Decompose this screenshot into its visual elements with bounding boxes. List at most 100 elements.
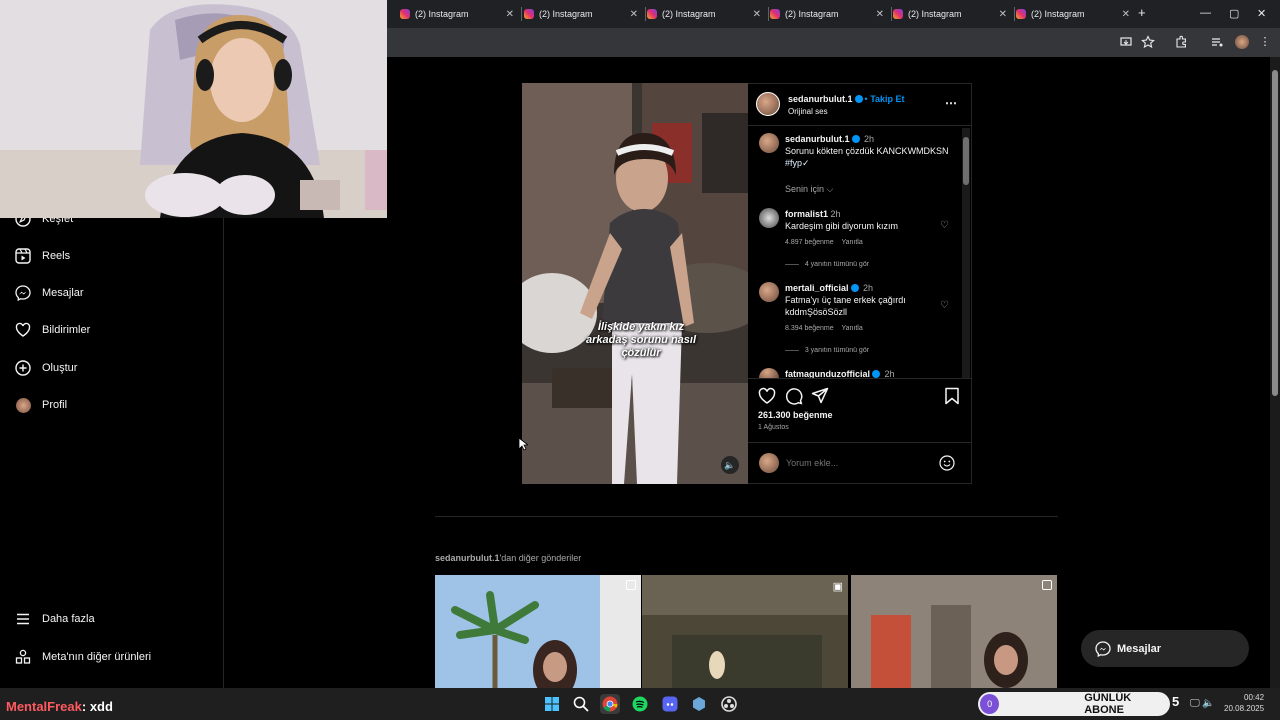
like-comment-heart-icon[interactable]: ♡ (940, 220, 949, 231)
instagram-icon (1016, 9, 1026, 19)
actions-divider (748, 378, 971, 379)
caption-author-line: sedanurbulut.1 2h (785, 134, 875, 144)
install-app-icon[interactable] (1119, 35, 1133, 49)
browser-tab[interactable]: (2) Instagram ✕ (524, 4, 646, 24)
follow-button[interactable]: Takip Et (870, 94, 904, 104)
video-caption-overlay: İlişkide yakın kız arkadaş sorunu nasıl … (585, 321, 697, 359)
profile-avatar[interactable] (1235, 35, 1249, 49)
mouse-cursor-icon (518, 437, 528, 451)
taskbar-clock[interactable]: 00:42 20.08.2025 (1224, 692, 1264, 714)
sort-comments[interactable]: Senin için ⌵ (785, 184, 833, 195)
spotify-taskbar-icon[interactable] (630, 694, 650, 714)
chrome-taskbar-icon[interactable] (600, 694, 620, 714)
author-username[interactable]: sedanurbulut.1 (788, 94, 853, 104)
post-date: 1 Ağustos (758, 424, 789, 431)
view-replies[interactable]: —— 4 yanıtın tümünü gör (785, 261, 869, 268)
media-control-icon[interactable] (1210, 35, 1224, 49)
messages-floating-button[interactable]: Mesajlar (1081, 630, 1249, 667)
heart-icon (14, 321, 32, 339)
streamer-webcam-image (0, 0, 387, 218)
webcam-overlay (0, 0, 387, 218)
browser-tab[interactable]: (2) Instagram ✕ (647, 4, 769, 24)
close-tab-icon[interactable]: ✕ (876, 9, 884, 20)
close-window-button[interactable]: ✕ (1257, 7, 1266, 20)
app-taskbar-icon[interactable] (689, 694, 709, 714)
close-tab-icon[interactable]: ✕ (630, 9, 638, 20)
subscriber-count: 0 (980, 694, 1000, 714)
menu-icon (14, 610, 32, 628)
close-tab-icon[interactable]: ✕ (999, 9, 1007, 20)
like-comment-heart-icon[interactable]: ♡ (940, 300, 949, 311)
comment-avatar[interactable] (759, 282, 779, 302)
close-tab-icon[interactable]: ✕ (1122, 9, 1130, 20)
new-tab-button[interactable]: + (1138, 5, 1146, 20)
avatar-icon (14, 396, 32, 414)
discord-taskbar-icon[interactable] (660, 694, 680, 714)
comment-text: kddmŞösöSözll (785, 307, 848, 317)
audio-label[interactable]: Orijinal ses (788, 107, 828, 116)
search-icon[interactable] (571, 694, 591, 714)
comment-input[interactable] (786, 455, 931, 471)
caption-avatar[interactable] (759, 133, 779, 153)
comment-author-line: fatmagunduzofficial 2h (785, 369, 895, 378)
system-tray-icons[interactable]: 🖵 🔈 (1190, 698, 1215, 709)
comment-avatar[interactable] (759, 208, 779, 228)
browser-menu-icon[interactable]: ⋮ (1258, 35, 1272, 49)
instagram-icon (647, 9, 657, 19)
like-heart-icon[interactable] (758, 387, 776, 405)
reels-icon: ▣ (832, 581, 843, 593)
more-posts-heading: sedanurbulut.1'dan diğer gönderiler (435, 553, 582, 563)
obs-taskbar-icon[interactable] (719, 694, 739, 714)
plus-square-icon (14, 359, 32, 377)
emoji-icon[interactable] (939, 455, 955, 471)
maximize-button[interactable]: ▢ (1229, 7, 1239, 20)
sidebar-item-more[interactable]: Daha fazla (14, 607, 95, 631)
stream-chat-message: MentalFreak: xdd (6, 699, 113, 714)
section-divider (435, 516, 1058, 517)
chevron-down-icon: ⌵ (826, 184, 834, 194)
subscriber-goal-label: GÜNLÜK ABONE (1084, 692, 1132, 716)
close-tab-icon[interactable]: ✕ (506, 9, 514, 20)
comment-meta: 8.394 beğenme Yanıtla (785, 325, 863, 332)
comments-scroll-thumb[interactable] (963, 137, 969, 185)
bookmark-star-icon[interactable] (1141, 35, 1155, 49)
browser-tab[interactable]: (2) Instagram ✕ (770, 4, 892, 24)
comment-icon[interactable] (785, 387, 803, 405)
browser-tab[interactable]: (2) Instagram ✕ (893, 4, 1015, 24)
sidebar-item-profile[interactable]: Profil (14, 393, 67, 417)
comment-author-line: mertali_official 2h (785, 283, 874, 293)
more-options-icon[interactable]: ⋯ (945, 96, 957, 110)
mute-button[interactable]: 🔈 (721, 456, 739, 474)
reply-button[interactable]: Yanıtla (841, 325, 862, 332)
sidebar-item-reels[interactable]: Reels (14, 244, 70, 268)
windows-start-icon[interactable] (542, 694, 562, 714)
extensions-icon[interactable] (1174, 35, 1188, 49)
page-scroll-thumb[interactable] (1272, 70, 1278, 396)
close-tab-icon[interactable]: ✕ (753, 9, 761, 20)
author-avatar[interactable] (756, 92, 780, 116)
daily-subscriber-goal-bar: 0 GÜNLÜK ABONE (978, 692, 1170, 716)
current-user-avatar (759, 453, 779, 473)
reply-button[interactable]: Yanıtla (841, 239, 862, 246)
reel-video[interactable] (522, 83, 748, 484)
browser-tab[interactable]: (2) Instagram ✕ (400, 4, 522, 24)
instagram-icon (400, 9, 410, 19)
more-post-thumbnail[interactable] (435, 575, 641, 688)
minimize-button[interactable]: — (1200, 7, 1211, 19)
sidebar-item-create[interactable]: Oluştur (14, 356, 77, 380)
caption-hashtag[interactable]: #fyp✓ (785, 158, 810, 169)
more-post-thumbnail[interactable]: ▣ (642, 575, 848, 688)
share-icon[interactable] (811, 387, 829, 405)
reels-icon (14, 247, 32, 265)
verified-badge-icon (850, 284, 859, 292)
like-count[interactable]: 261.300 beğenme (758, 410, 833, 420)
more-post-thumbnail[interactable] (851, 575, 1057, 688)
instagram-icon (770, 9, 780, 19)
chat-username: MentalFreak (6, 699, 82, 714)
save-bookmark-icon[interactable] (944, 387, 960, 405)
sidebar-item-messages[interactable]: Mesajlar (14, 281, 84, 305)
view-replies[interactable]: —— 3 yanıtın tümünü gör (785, 347, 869, 354)
sidebar-item-notifications[interactable]: Bildirimler (14, 318, 90, 342)
sidebar-item-meta[interactable]: Meta'nın diğer ürünleri (14, 645, 151, 669)
browser-tab-active[interactable]: (2) Instagram ✕ (1016, 4, 1136, 24)
